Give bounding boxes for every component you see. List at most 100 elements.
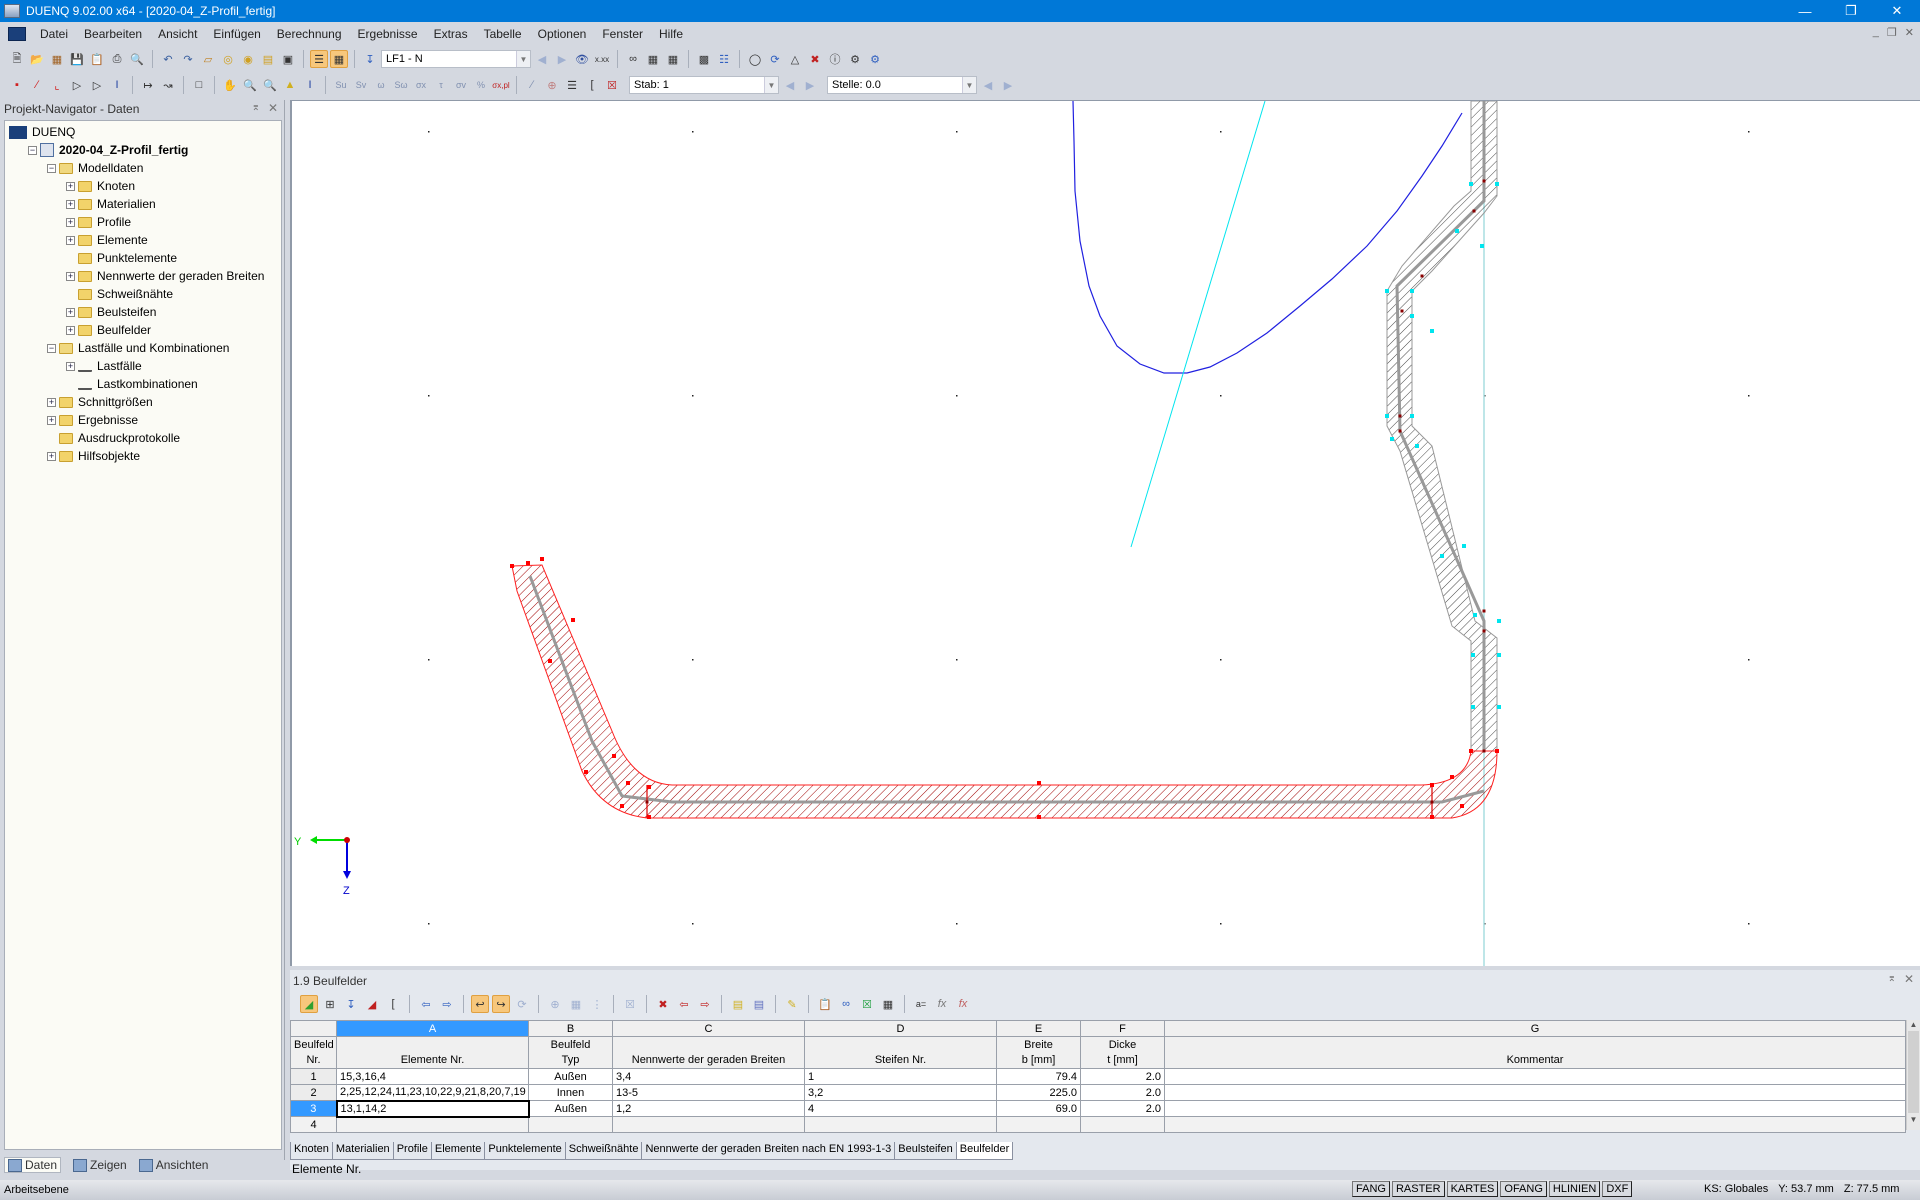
zoom-node-icon[interactable]: ◎ — [219, 50, 237, 68]
profile-icon[interactable]: I — [108, 76, 126, 94]
filter-list-icon[interactable]: ⋮ — [588, 995, 606, 1013]
render-icon[interactable]: ▩ — [695, 50, 713, 68]
loadcase-select[interactable]: LF1 - N ▼ — [381, 50, 531, 68]
menu-ansicht[interactable]: Ansicht — [150, 27, 205, 41]
node-marker-red[interactable] — [1495, 749, 1499, 753]
new-element-icon[interactable]: ∕ — [28, 76, 46, 94]
expand-icon[interactable]: + — [66, 235, 75, 245]
tab-zeigen[interactable]: Zeigen — [73, 1158, 127, 1172]
tree-item[interactable]: + Knoten — [5, 177, 281, 195]
table-row[interactable]: 4 — [290, 1116, 1906, 1133]
tree-item[interactable]: Ausdruckprotokolle — [5, 429, 281, 447]
node-marker-cyan[interactable] — [1480, 244, 1484, 248]
node-marker-cyan[interactable] — [1497, 653, 1501, 657]
next-member-icon[interactable]: ▶ — [801, 76, 819, 94]
node-marker[interactable] — [1482, 749, 1486, 753]
mirror-icon[interactable]: △ — [786, 50, 804, 68]
delete-nodes-icon[interactable]: ✖ — [806, 50, 824, 68]
pin-icon[interactable]: ⌆ — [252, 102, 260, 113]
column-header-a[interactable]: A — [336, 1020, 529, 1037]
menu-ergebnisse[interactable]: Ergebnisse — [350, 27, 426, 41]
weld-icon[interactable]: ▷ — [88, 76, 106, 94]
cell-thickness-t[interactable]: 2.0 — [1080, 1084, 1165, 1101]
move-left-icon[interactable]: ⇦ — [675, 995, 693, 1013]
column-header-d[interactable]: D — [804, 1020, 997, 1037]
formula-table-icon[interactable]: a= — [912, 995, 930, 1013]
graphics-viewport[interactable]: Y Z — [290, 100, 1920, 966]
node-marker-red[interactable] — [1037, 781, 1041, 785]
node-marker-cyan[interactable] — [1497, 705, 1501, 709]
cell-width-b[interactable]: 69.0 — [996, 1100, 1081, 1117]
node-marker-red[interactable] — [571, 618, 575, 622]
show-results-icon[interactable]: 👁 — [573, 50, 591, 68]
expand-icon[interactable]: + — [47, 397, 56, 407]
section-point-icon[interactable]: ⊕ — [543, 76, 561, 94]
target-icon[interactable]: ◉ — [239, 50, 257, 68]
column-icon[interactable]: ▤ — [729, 995, 747, 1013]
scroll-up-icon[interactable]: ▲ — [1907, 1020, 1920, 1029]
node-marker-cyan[interactable] — [1495, 182, 1499, 186]
table-row[interactable]: 2 2,25,12,24,11,23,10,22,9,21,8,20,7,19 … — [290, 1084, 1906, 1101]
node-marker[interactable] — [645, 800, 649, 804]
edit-shape-icon[interactable]: ▱ — [199, 50, 217, 68]
column-header-e[interactable]: E — [996, 1020, 1081, 1037]
sheet-tab-materialien[interactable]: Materialien — [331, 1142, 394, 1160]
tree-item[interactable]: Punktelemente — [5, 249, 281, 267]
zoom-delete-icon[interactable]: 🔍 — [261, 76, 279, 94]
chevron-down-icon[interactable]: ▼ — [764, 77, 778, 93]
delete-filter-icon[interactable]: ☒ — [621, 995, 639, 1013]
node-marker[interactable] — [1420, 274, 1424, 278]
filter-add-icon[interactable]: ⊕ — [546, 995, 564, 1013]
tab-ansichten[interactable]: Ansichten — [138, 1158, 208, 1172]
node-marker-red[interactable] — [626, 781, 630, 785]
cell-type[interactable]: Außen — [528, 1068, 613, 1085]
table-row-selected[interactable]: 3 13,1,14,2 Außen 1,2 4 69.0 2.0 — [290, 1099, 1906, 1118]
node-marker[interactable] — [1472, 209, 1476, 213]
new-node-icon[interactable]: ▪ — [8, 76, 26, 94]
tree-item[interactable]: Schweißnähte — [5, 285, 281, 303]
sheet-tab-punktelemente[interactable]: Punktelemente — [484, 1142, 566, 1160]
cell-width-b[interactable]: 79.4 — [996, 1068, 1081, 1085]
settings-icon[interactable]: ⚙ — [846, 50, 864, 68]
tree-item[interactable]: DUENQ — [5, 123, 281, 141]
cell-stiffeners[interactable] — [804, 1116, 997, 1133]
scroll-down-icon[interactable]: ▼ — [1907, 1115, 1920, 1124]
node-marker-red[interactable] — [510, 564, 514, 568]
table-scrollbar[interactable]: ▲ ▼ — [1906, 1020, 1920, 1130]
cell-thickness-t[interactable]: 2.0 — [1080, 1068, 1165, 1085]
result-table-icon[interactable]: ▦ — [664, 50, 682, 68]
close-button[interactable]: ✕ — [1874, 0, 1920, 22]
collapse-icon[interactable]: − — [47, 163, 56, 173]
row-number[interactable]: 4 — [290, 1116, 337, 1133]
previous-loadcase-icon[interactable]: ◀ — [533, 50, 551, 68]
cell-elements[interactable]: 2,25,12,24,11,23,10,22,9,21,8,20,7,19 — [336, 1084, 529, 1101]
tree-item[interactable]: + Profile — [5, 213, 281, 231]
expand-icon[interactable]: + — [66, 217, 75, 227]
grid-icon[interactable]: ☷ — [715, 50, 733, 68]
node-marker-red[interactable] — [647, 785, 651, 789]
rows-icon[interactable]: ▤ — [750, 995, 768, 1013]
list-view-icon[interactable]: ☰ — [310, 50, 328, 68]
gears-icon[interactable]: ⚙ — [866, 50, 884, 68]
show-values-icon[interactable]: x.xx — [593, 50, 611, 68]
next-loadcase-icon[interactable]: ▶ — [553, 50, 571, 68]
tree-item[interactable]: + Materialien — [5, 195, 281, 213]
node-marker[interactable] — [1482, 609, 1486, 613]
new-polyline-icon[interactable]: ⌞ — [48, 76, 66, 94]
cell-type[interactable]: Außen — [528, 1100, 613, 1117]
node-marker[interactable] — [1398, 414, 1402, 418]
expand-icon[interactable]: + — [66, 325, 75, 335]
menu-datei[interactable]: Datei — [32, 27, 76, 41]
node-marker-red[interactable] — [1430, 815, 1434, 819]
sheet-tab-beulfelder[interactable]: Beulfelder — [955, 1142, 1014, 1160]
tree-item[interactable]: + Beulfelder — [5, 321, 281, 339]
previous-member-icon[interactable]: ◀ — [781, 76, 799, 94]
menu-berechnung[interactable]: Berechnung — [269, 27, 350, 41]
cell-width-b[interactable]: 225.0 — [996, 1084, 1081, 1101]
restore-button[interactable]: ❐ — [1828, 0, 1874, 22]
stress-percent-icon[interactable]: % — [472, 76, 490, 94]
graph-icon[interactable]: ∞ — [837, 995, 855, 1013]
sheet-tab-profile[interactable]: Profile — [392, 1142, 432, 1160]
node-marker-cyan[interactable] — [1471, 653, 1475, 657]
cell-elements[interactable]: 15,3,16,4 — [336, 1068, 529, 1085]
